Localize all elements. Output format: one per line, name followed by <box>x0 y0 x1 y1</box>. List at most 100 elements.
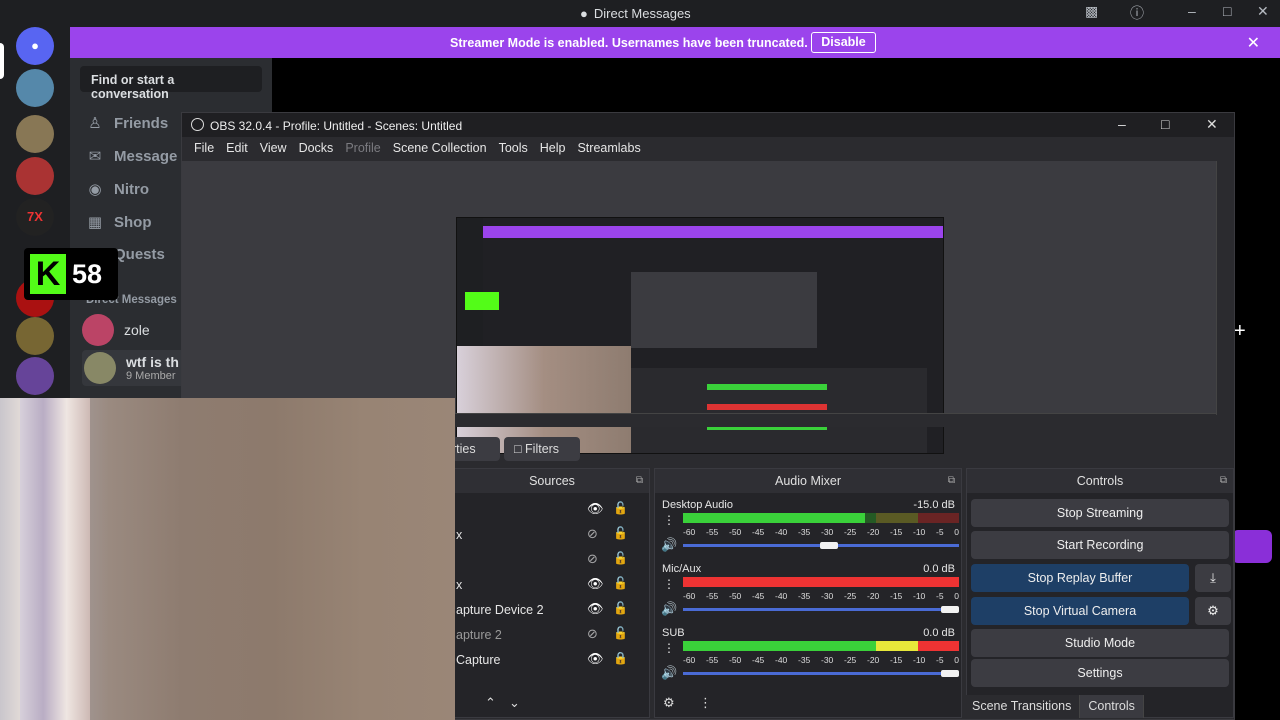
close-button[interactable]: ✕ <box>1206 116 1218 133</box>
disable-button[interactable]: Disable <box>811 32 876 53</box>
close-button[interactable]: ✕ <box>1257 3 1269 20</box>
discord-home-icon[interactable]: ● <box>16 27 54 65</box>
eye-icon[interactable]: 👁 <box>587 501 604 517</box>
tick-label: -50 <box>729 655 742 665</box>
unlock-icon[interactable]: 🔓 <box>613 551 628 565</box>
source-row[interactable]: Capture 👁 🔒 <box>455 647 635 672</box>
unlock-icon[interactable]: 🔓 <box>613 576 628 590</box>
move-down-icon[interactable]: ⌄ <box>509 695 520 711</box>
volume-meter <box>683 513 959 523</box>
eye-icon[interactable]: 👁 <box>587 576 604 592</box>
speaker-icon[interactable]: 🔊 <box>661 537 677 553</box>
nav-message[interactable]: ✉ Message <box>86 147 178 166</box>
discord-title: ● Direct Messages <box>580 6 691 21</box>
more-icon[interactable]: ⋮ <box>699 695 712 711</box>
menu-edit[interactable]: Edit <box>220 137 254 161</box>
filters-button[interactable]: □ Filters <box>504 437 580 461</box>
search-input[interactable]: Find or start a conversation <box>80 66 262 101</box>
speaker-icon[interactable]: 🔊 <box>661 601 677 617</box>
volume-fader[interactable] <box>683 542 959 549</box>
start-recording-button[interactable]: Start Recording <box>971 531 1229 559</box>
tab-scene-transitions[interactable]: Scene Transitions <box>964 695 1081 718</box>
menu-streamlabs[interactable]: Streamlabs <box>571 137 646 161</box>
save-replay-icon[interactable]: ⤓ <box>1195 564 1231 592</box>
move-up-icon[interactable]: ⌃ <box>485 695 496 711</box>
eye-hidden-icon[interactable]: ⊘ <box>587 551 598 567</box>
tab-controls[interactable]: Controls <box>1080 695 1144 718</box>
more-icon[interactable]: ⋮ <box>663 513 675 527</box>
server-icon[interactable] <box>16 357 54 395</box>
stop-virtual-camera-button[interactable]: Stop Virtual Camera <box>971 597 1189 625</box>
tick-label: -50 <box>729 591 742 601</box>
vertical-scrollbar[interactable] <box>1216 161 1234 415</box>
server-icon[interactable] <box>16 115 54 153</box>
maximize-button[interactable]: □ <box>1223 3 1231 19</box>
eye-hidden-icon[interactable]: ⊘ <box>587 626 598 642</box>
minimize-button[interactable]: – <box>1188 3 1196 19</box>
nav-nitro[interactable]: ◉ Nitro <box>86 180 149 199</box>
preview-canvas[interactable] <box>182 161 1216 454</box>
more-icon[interactable]: ⋮ <box>663 577 675 591</box>
close-icon[interactable]: ✕ <box>1247 33 1260 53</box>
source-row[interactable]: x 👁 🔓 <box>455 572 635 597</box>
menu-tools[interactable]: Tools <box>493 137 534 161</box>
gear-icon[interactable]: ⚙ <box>663 695 675 711</box>
unlock-icon[interactable]: 🔓 <box>613 601 628 615</box>
dm-item[interactable]: zole <box>82 314 150 346</box>
menu-file[interactable]: File <box>188 137 220 161</box>
help-icon[interactable]: ⓘ <box>1130 3 1144 23</box>
nav-shop[interactable]: ▦ Shop <box>86 213 152 232</box>
menu-docks[interactable]: Docks <box>293 137 340 161</box>
source-row[interactable]: x ⊘ 🔓 <box>455 522 635 547</box>
popout-icon[interactable]: ⧉ <box>948 469 955 493</box>
fader-knob[interactable] <box>941 670 959 677</box>
volume-fader[interactable] <box>683 606 959 613</box>
studio-mode-button[interactable]: Studio Mode <box>971 629 1229 657</box>
menu-scene-collection[interactable]: Scene Collection <box>387 137 493 161</box>
gear-icon[interactable]: ⚙ <box>1195 597 1231 625</box>
tick-label: 0 <box>954 591 959 601</box>
tick-label: -15 <box>890 591 903 601</box>
popout-icon[interactable]: ⧉ <box>1220 469 1227 493</box>
eye-icon[interactable]: 👁 <box>587 651 604 667</box>
tick-label: -55 <box>706 655 719 665</box>
server-icon[interactable]: 7X <box>16 198 54 236</box>
stop-replay-buffer-button[interactable]: Stop Replay Buffer <box>971 564 1189 592</box>
settings-button[interactable]: Settings <box>971 659 1229 687</box>
server-icon[interactable] <box>16 317 54 355</box>
eye-icon[interactable]: 👁 <box>587 601 604 617</box>
source-row[interactable]: 👁 🔓 <box>455 497 635 522</box>
fader-knob[interactable] <box>941 606 959 613</box>
menu-profile[interactable]: Profile <box>339 137 386 161</box>
source-row[interactable]: apture 2 ⊘ 🔓 <box>455 622 635 647</box>
server-icon[interactable] <box>16 69 54 107</box>
maximize-button[interactable]: □ <box>1161 116 1169 132</box>
speaker-icon[interactable]: 🔊 <box>661 665 677 681</box>
menu-view[interactable]: View <box>254 137 293 161</box>
stop-streaming-button[interactable]: Stop Streaming <box>971 499 1229 527</box>
meter-segment <box>917 641 959 651</box>
more-icon[interactable]: ⋮ <box>663 641 675 655</box>
tick-label: 0 <box>954 527 959 537</box>
controls-dock: Controls ⧉ Stop Streaming Start Recording… <box>966 468 1234 718</box>
eye-hidden-icon[interactable]: ⊘ <box>587 526 598 542</box>
lock-icon[interactable]: 🔒 <box>613 651 628 665</box>
minimize-button[interactable]: – <box>1118 116 1126 132</box>
popout-icon[interactable]: ⧉ <box>636 469 643 493</box>
crosshair-icon: + <box>1234 320 1246 342</box>
tick-label: -5 <box>936 591 944 601</box>
unlock-icon[interactable]: 🔓 <box>613 626 628 640</box>
tick-label: -35 <box>798 591 811 601</box>
inbox-icon[interactable]: ▩ <box>1085 3 1098 20</box>
menu-help[interactable]: Help <box>534 137 572 161</box>
volume-fader[interactable] <box>683 670 959 677</box>
tick-label: -40 <box>775 591 788 601</box>
unlock-icon[interactable]: 🔓 <box>613 501 628 515</box>
kick-overlay: K 58 <box>24 248 118 300</box>
unlock-icon[interactable]: 🔓 <box>613 526 628 540</box>
server-icon[interactable] <box>16 157 54 195</box>
source-row[interactable]: ⊘ 🔓 <box>455 547 635 572</box>
fader-knob[interactable] <box>819 542 838 549</box>
source-row[interactable]: apture Device 2 👁 🔓 <box>455 597 635 622</box>
nav-friends[interactable]: ♙ Friends <box>86 114 168 133</box>
